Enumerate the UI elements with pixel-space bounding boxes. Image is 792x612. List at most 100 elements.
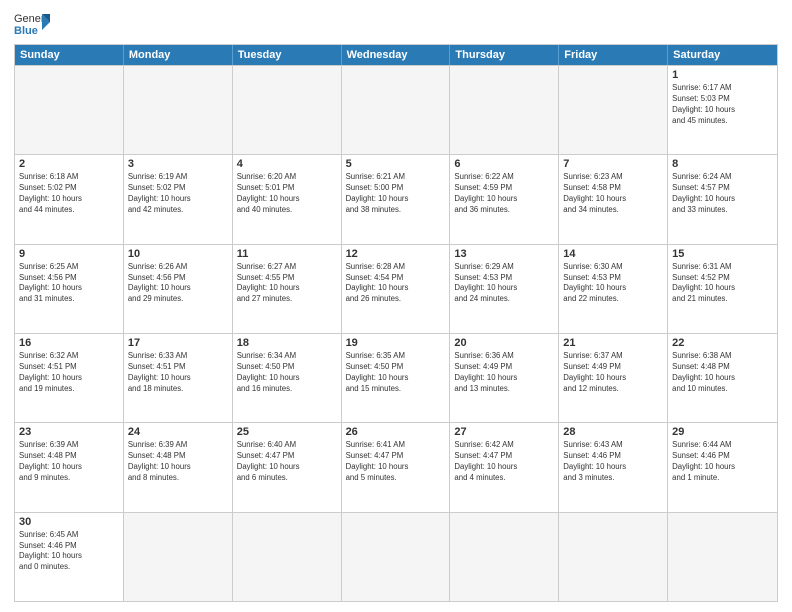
- calendar-cell: 2 Sunrise: 6:18 AM Sunset: 5:02 PM Daylig…: [15, 155, 124, 243]
- day-info: Sunrise: 6:42 AM Sunset: 4:47 PM Dayligh…: [454, 440, 554, 484]
- day-number: 22: [672, 337, 773, 349]
- calendar-cell: 16 Sunrise: 6:32 AM Sunset: 4:51 PM Dayli…: [15, 334, 124, 422]
- day-number: 11: [237, 248, 337, 260]
- calendar-cell: [233, 66, 342, 154]
- day-info: Sunrise: 6:31 AM Sunset: 4:52 PM Dayligh…: [672, 262, 773, 306]
- calendar-cell: [450, 513, 559, 601]
- calendar-cell: [668, 513, 777, 601]
- calendar-cell: [342, 66, 451, 154]
- day-info: Sunrise: 6:29 AM Sunset: 4:53 PM Dayligh…: [454, 262, 554, 306]
- day-number: 12: [346, 248, 446, 260]
- calendar-cell: 4 Sunrise: 6:20 AM Sunset: 5:01 PM Daylig…: [233, 155, 342, 243]
- calendar-cell: [15, 66, 124, 154]
- day-number: 10: [128, 248, 228, 260]
- calendar-cell: 17Sunrise: 6:33 AM Sunset: 4:51 PM Dayli…: [124, 334, 233, 422]
- day-number: 1: [672, 69, 773, 81]
- day-info: Sunrise: 6:40 AM Sunset: 4:47 PM Dayligh…: [237, 440, 337, 484]
- day-number: 2: [19, 158, 119, 170]
- day-info: Sunrise: 6:23 AM Sunset: 4:58 PM Dayligh…: [563, 172, 663, 216]
- day-number: 15: [672, 248, 773, 260]
- day-info: Sunrise: 6:19 AM Sunset: 5:02 PM Dayligh…: [128, 172, 228, 216]
- day-number: 18: [237, 337, 337, 349]
- calendar-cell: 10 Sunrise: 6:26 AM Sunset: 4:56 PM Dayli…: [124, 245, 233, 333]
- day-info: Sunrise: 6:34 AM Sunset: 4:50 PM Dayligh…: [237, 351, 337, 395]
- day-info: Sunrise: 6:22 AM Sunset: 4:59 PM Dayligh…: [454, 172, 554, 216]
- calendar-cell: 23 Sunrise: 6:39 AM Sunset: 4:48 PM Dayli…: [15, 423, 124, 511]
- day-number: 24: [128, 426, 228, 438]
- day-info: Sunrise: 6:41 AM Sunset: 4:47 PM Dayligh…: [346, 440, 446, 484]
- weekday-header-tuesday: Tuesday: [233, 45, 342, 65]
- weekday-header-saturday: Saturday: [668, 45, 777, 65]
- weekday-header-sunday: Sunday: [15, 45, 124, 65]
- weekday-header-wednesday: Wednesday: [342, 45, 451, 65]
- day-info: Sunrise: 6:36 AM Sunset: 4:49 PM Dayligh…: [454, 351, 554, 395]
- calendar-cell: [124, 66, 233, 154]
- calendar-cell: [450, 66, 559, 154]
- calendar-cell: 1 Sunrise: 6:17 AM Sunset: 5:03 PM Daylig…: [668, 66, 777, 154]
- day-number: 30: [19, 516, 119, 528]
- calendar-cell: [559, 66, 668, 154]
- calendar-row-1: 2 Sunrise: 6:18 AM Sunset: 5:02 PM Daylig…: [15, 154, 777, 243]
- calendar-cell: 24 Sunrise: 6:39 AM Sunset: 4:48 PM Dayli…: [124, 423, 233, 511]
- weekday-header-thursday: Thursday: [450, 45, 559, 65]
- calendar-row-2: 9Sunrise: 6:25 AM Sunset: 4:56 PM Daylig…: [15, 244, 777, 333]
- calendar-cell: 25 Sunrise: 6:40 AM Sunset: 4:47 PM Dayli…: [233, 423, 342, 511]
- header: General Blue: [14, 10, 778, 38]
- calendar-cell: 7Sunrise: 6:23 AM Sunset: 4:58 PM Daylig…: [559, 155, 668, 243]
- day-number: 5: [346, 158, 446, 170]
- calendar-cell: 12Sunrise: 6:28 AM Sunset: 4:54 PM Dayli…: [342, 245, 451, 333]
- day-number: 8: [672, 158, 773, 170]
- day-info: Sunrise: 6:44 AM Sunset: 4:46 PM Dayligh…: [672, 440, 773, 484]
- calendar-cell: 9Sunrise: 6:25 AM Sunset: 4:56 PM Daylig…: [15, 245, 124, 333]
- day-number: 4: [237, 158, 337, 170]
- calendar-row-0: 1 Sunrise: 6:17 AM Sunset: 5:03 PM Daylig…: [15, 65, 777, 154]
- day-info: Sunrise: 6:26 AM Sunset: 4:56 PM Dayligh…: [128, 262, 228, 306]
- day-number: 3: [128, 158, 228, 170]
- calendar-cell: 28 Sunrise: 6:43 AM Sunset: 4:46 PM Dayli…: [559, 423, 668, 511]
- day-number: 17: [128, 337, 228, 349]
- calendar-cell: 13Sunrise: 6:29 AM Sunset: 4:53 PM Dayli…: [450, 245, 559, 333]
- calendar-cell: 29Sunrise: 6:44 AM Sunset: 4:46 PM Dayli…: [668, 423, 777, 511]
- day-info: Sunrise: 6:24 AM Sunset: 4:57 PM Dayligh…: [672, 172, 773, 216]
- day-number: 21: [563, 337, 663, 349]
- weekday-header-monday: Monday: [124, 45, 233, 65]
- day-info: Sunrise: 6:17 AM Sunset: 5:03 PM Dayligh…: [672, 83, 773, 127]
- calendar-cell: 15 Sunrise: 6:31 AM Sunset: 4:52 PM Dayli…: [668, 245, 777, 333]
- day-info: Sunrise: 6:39 AM Sunset: 4:48 PM Dayligh…: [19, 440, 119, 484]
- day-number: 28: [563, 426, 663, 438]
- calendar-row-3: 16 Sunrise: 6:32 AM Sunset: 4:51 PM Dayli…: [15, 333, 777, 422]
- calendar-cell: [342, 513, 451, 601]
- day-info: Sunrise: 6:39 AM Sunset: 4:48 PM Dayligh…: [128, 440, 228, 484]
- day-info: Sunrise: 6:37 AM Sunset: 4:49 PM Dayligh…: [563, 351, 663, 395]
- day-info: Sunrise: 6:32 AM Sunset: 4:51 PM Dayligh…: [19, 351, 119, 395]
- day-info: Sunrise: 6:43 AM Sunset: 4:46 PM Dayligh…: [563, 440, 663, 484]
- calendar-cell: 8 Sunrise: 6:24 AM Sunset: 4:57 PM Daylig…: [668, 155, 777, 243]
- day-info: Sunrise: 6:35 AM Sunset: 4:50 PM Dayligh…: [346, 351, 446, 395]
- calendar-cell: 22Sunrise: 6:38 AM Sunset: 4:48 PM Dayli…: [668, 334, 777, 422]
- calendar-cell: 21 Sunrise: 6:37 AM Sunset: 4:49 PM Dayli…: [559, 334, 668, 422]
- calendar-cell: 20Sunrise: 6:36 AM Sunset: 4:49 PM Dayli…: [450, 334, 559, 422]
- day-number: 16: [19, 337, 119, 349]
- weekday-header-friday: Friday: [559, 45, 668, 65]
- calendar-cell: 6Sunrise: 6:22 AM Sunset: 4:59 PM Daylig…: [450, 155, 559, 243]
- day-number: 23: [19, 426, 119, 438]
- day-info: Sunrise: 6:45 AM Sunset: 4:46 PM Dayligh…: [19, 530, 119, 574]
- logo-icon: General Blue: [14, 10, 50, 38]
- calendar-cell: 27Sunrise: 6:42 AM Sunset: 4:47 PM Dayli…: [450, 423, 559, 511]
- calendar-cell: 26Sunrise: 6:41 AM Sunset: 4:47 PM Dayli…: [342, 423, 451, 511]
- calendar-page: General Blue SundayMondayTuesdayWednesda…: [0, 0, 792, 612]
- day-info: Sunrise: 6:27 AM Sunset: 4:55 PM Dayligh…: [237, 262, 337, 306]
- calendar-header: SundayMondayTuesdayWednesdayThursdayFrid…: [15, 45, 777, 65]
- day-info: Sunrise: 6:20 AM Sunset: 5:01 PM Dayligh…: [237, 172, 337, 216]
- calendar-cell: [559, 513, 668, 601]
- calendar-cell: 19 Sunrise: 6:35 AM Sunset: 4:50 PM Dayli…: [342, 334, 451, 422]
- day-info: Sunrise: 6:18 AM Sunset: 5:02 PM Dayligh…: [19, 172, 119, 216]
- calendar-body: 1 Sunrise: 6:17 AM Sunset: 5:03 PM Daylig…: [15, 65, 777, 601]
- day-number: 14: [563, 248, 663, 260]
- day-number: 25: [237, 426, 337, 438]
- calendar-row-5: 30 Sunrise: 6:45 AM Sunset: 4:46 PM Dayli…: [15, 512, 777, 601]
- day-info: Sunrise: 6:30 AM Sunset: 4:53 PM Dayligh…: [563, 262, 663, 306]
- day-number: 19: [346, 337, 446, 349]
- logo: General Blue: [14, 10, 50, 38]
- calendar-cell: 5Sunrise: 6:21 AM Sunset: 5:00 PM Daylig…: [342, 155, 451, 243]
